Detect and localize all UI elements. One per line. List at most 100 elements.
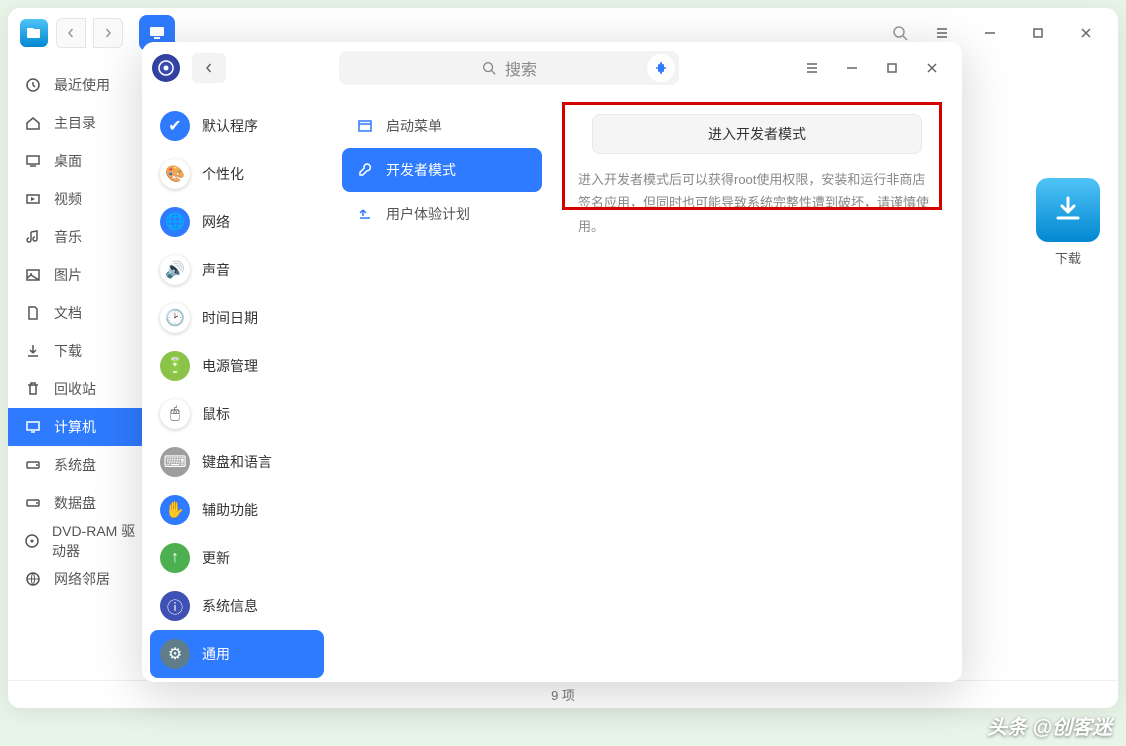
fm-sidebar-item-clock[interactable]: 最近使用: [8, 66, 158, 104]
settings-maximize-button[interactable]: [872, 52, 912, 84]
fm-item-count: 9 项: [551, 685, 575, 704]
category-icon: 🎨: [160, 159, 190, 189]
download-folder-icon[interactable]: [1036, 178, 1100, 242]
nav-back-button[interactable]: [56, 18, 86, 48]
category-label: 网络: [202, 212, 230, 232]
disc-icon: [24, 532, 40, 550]
settings-minimize-button[interactable]: [832, 52, 872, 84]
fm-sidebar: 最近使用主目录桌面视频音乐图片文档下载回收站计算机系统盘数据盘DVD-RAM 驱…: [8, 58, 158, 680]
picture-icon: [24, 266, 42, 284]
sub-item-label: 启动菜单: [386, 116, 442, 136]
category-label: 电源管理: [202, 356, 258, 376]
category-icon: 🌐: [160, 207, 190, 237]
fm-sidebar-item-video[interactable]: 视频: [8, 180, 158, 218]
document-icon: [24, 304, 42, 322]
category-icon: ⚙: [160, 639, 190, 669]
fm-sidebar-item-music[interactable]: 音乐: [8, 218, 158, 256]
fm-sidebar-label: DVD-RAM 驱动器: [52, 521, 142, 561]
clock-icon: [24, 76, 42, 94]
category-item[interactable]: 🔊声音: [150, 246, 324, 294]
category-item[interactable]: 🖱鼠标: [150, 390, 324, 438]
fm-sidebar-label: 图片: [54, 265, 82, 285]
disk-icon: [24, 494, 42, 512]
fm-sidebar-item-picture[interactable]: 图片: [8, 256, 158, 294]
fm-sidebar-label: 网络邻居: [54, 569, 110, 589]
category-icon: ✋: [160, 495, 190, 525]
fm-sidebar-label: 下载: [54, 341, 82, 361]
disk-icon: [24, 456, 42, 474]
download-folder-label[interactable]: 下载: [1036, 248, 1100, 267]
fm-close-button[interactable]: [1066, 17, 1106, 49]
settings-titlebar: 搜索: [142, 42, 962, 94]
category-item[interactable]: 🕑 时间日期: [150, 294, 324, 342]
fm-sidebar-item-computer[interactable]: 计算机: [8, 408, 158, 446]
watermark-text: 头条 @创客迷: [987, 711, 1112, 740]
category-label: 鼠标: [202, 404, 230, 424]
category-icon: ↑: [160, 543, 190, 573]
category-item[interactable]: ✔默认程序: [150, 102, 324, 150]
enter-developer-mode-button[interactable]: 进入开发者模式: [592, 114, 922, 154]
category-label: 系统信息: [202, 596, 258, 616]
detail-pane: 进入开发者模式 进入开发者模式后可以获得root使用权限，安装和运行非商店签名应…: [552, 94, 962, 682]
video-icon: [24, 190, 42, 208]
sub-item[interactable]: 启动菜单: [342, 104, 542, 148]
settings-window: 搜索 ✔默认程序 🎨 个性化 🌐 网络 🔊声音 🕑 时间日期 🔋电源管理🖱鼠标 ⌨ 键盘和语言 ✋ 辅助…: [142, 42, 962, 682]
search-icon: [481, 60, 497, 76]
category-item[interactable]: ⌨ 键盘和语言: [150, 438, 324, 486]
nav-forward-button[interactable]: [93, 18, 123, 48]
download-icon: [24, 342, 42, 360]
fm-sidebar-item-disc[interactable]: DVD-RAM 驱动器: [8, 522, 158, 560]
fm-sidebar-item-trash[interactable]: 回收站: [8, 370, 158, 408]
settings-app-icon: [152, 54, 180, 82]
fm-sidebar-label: 文档: [54, 303, 82, 323]
share-icon: [356, 206, 374, 222]
category-label: 个性化: [202, 164, 244, 184]
music-icon: [24, 228, 42, 246]
category-icon: ⌨: [160, 447, 190, 477]
fm-sidebar-item-network[interactable]: 网络邻居: [8, 560, 158, 598]
fm-sidebar-item-disk[interactable]: 数据盘: [8, 484, 158, 522]
fm-sidebar-item-home[interactable]: 主目录: [8, 104, 158, 142]
category-label: 时间日期: [202, 308, 258, 328]
desktop-icon: [24, 152, 42, 170]
settings-close-button[interactable]: [912, 52, 952, 84]
category-item[interactable]: 🌐 网络: [150, 198, 324, 246]
fm-sidebar-label: 主目录: [54, 113, 96, 133]
category-icon: 🔊: [160, 255, 190, 285]
category-sidebar: ✔默认程序 🎨 个性化 🌐 网络 🔊声音 🕑 时间日期 🔋电源管理🖱鼠标 ⌨ 键盘和语言 ✋ 辅助功能 ↑…: [142, 94, 332, 682]
category-item[interactable]: 🎨 个性化: [150, 150, 324, 198]
fm-sidebar-item-desktop[interactable]: 桌面: [8, 142, 158, 180]
fm-sidebar-label: 系统盘: [54, 455, 96, 475]
sub-item[interactable]: 用户体验计划: [342, 192, 542, 236]
category-label: 通用: [202, 644, 230, 664]
fm-minimize-button[interactable]: [970, 17, 1010, 49]
search-placeholder: 搜索: [505, 56, 537, 80]
fm-sidebar-item-document[interactable]: 文档: [8, 294, 158, 332]
category-item[interactable]: 🔋电源管理: [150, 342, 324, 390]
sub-item-label: 开发者模式: [386, 160, 456, 180]
fm-sidebar-label: 音乐: [54, 227, 82, 247]
category-label: 辅助功能: [202, 500, 258, 520]
fm-sidebar-item-download[interactable]: 下载: [8, 332, 158, 370]
category-item[interactable]: ⓘ 系统信息: [150, 582, 324, 630]
fm-statusbar: 9 项: [8, 680, 1118, 708]
fm-sidebar-item-disk[interactable]: 系统盘: [8, 446, 158, 484]
settings-search-input[interactable]: 搜索: [339, 51, 679, 85]
fm-sidebar-label: 视频: [54, 189, 82, 209]
category-icon: ⓘ: [160, 591, 190, 621]
sub-item[interactable]: 开发者模式: [342, 148, 542, 192]
settings-back-button[interactable]: [192, 53, 226, 83]
fm-maximize-button[interactable]: [1018, 17, 1058, 49]
category-label: 键盘和语言: [202, 452, 272, 472]
category-item[interactable]: ↑更新: [150, 534, 324, 582]
category-item[interactable]: ✋ 辅助功能: [150, 486, 324, 534]
fm-sidebar-label: 回收站: [54, 379, 96, 399]
network-icon: [24, 570, 42, 588]
settings-menu-button[interactable]: [792, 52, 832, 84]
category-icon: 🕑: [160, 303, 190, 333]
voice-input-button[interactable]: [647, 54, 675, 82]
fm-sidebar-label: 桌面: [54, 151, 82, 171]
category-item[interactable]: ⚙ 通用: [150, 630, 324, 678]
computer-icon: [24, 418, 42, 436]
developer-mode-description: 进入开发者模式后可以获得root使用权限，安装和运行非商店签名应用，但同时也可能…: [572, 168, 942, 238]
